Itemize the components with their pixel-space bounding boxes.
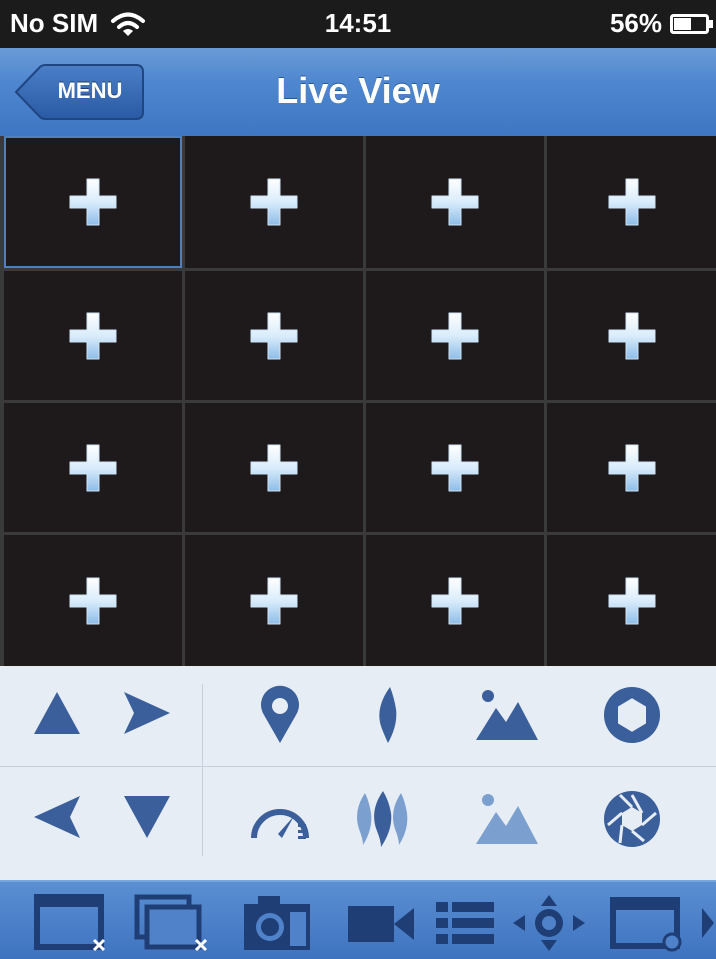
brightness-dim-icon[interactable] [472,784,542,854]
clock: 14:51 [324,8,392,38]
column-divider [202,684,203,856]
row-divider [0,766,716,767]
video-channel-cell[interactable] [366,403,544,532]
page-title: Live View [276,70,440,111]
add-channel-icon [431,444,479,491]
zoom-drop-icon[interactable] [352,680,422,750]
list-icon[interactable] [434,894,496,952]
up-arrow-icon[interactable] [22,678,92,748]
video-channel-cell[interactable] [185,136,363,268]
add-channel-icon [608,312,655,359]
add-channel-icon [69,312,117,359]
video-channel-cell[interactable] [4,403,182,532]
battery-percent: 56% [609,8,662,38]
video-channel-cell[interactable] [366,271,544,400]
navigation-bar: MENU Live View [0,48,716,137]
left-arrow-icon[interactable] [22,782,92,852]
add-channel-icon [69,178,117,226]
video-channel-cell[interactable] [547,136,716,268]
add-channel-icon [69,444,117,491]
status-right: 56% [610,8,714,39]
video-channel-cell[interactable] [185,535,363,666]
multi-window-close-icon[interactable] [134,894,210,952]
add-channel-icon [250,178,298,226]
ptz-control-panel [0,666,716,880]
zoom-out-drops-icon[interactable] [348,784,418,854]
battery-icon [670,13,713,34]
live-view-screen: No SIM 14:51 56% MENU Live View [0,0,716,959]
single-window-close-icon[interactable] [34,894,110,952]
iris-close-icon[interactable] [597,784,667,854]
window-settings-icon[interactable] [610,894,686,952]
right-arrow-icon[interactable] [112,678,182,748]
status-bar: No SIM 14:51 56% [0,0,716,48]
video-channel-cell[interactable] [547,271,716,400]
video-channel-cell[interactable] [185,271,363,400]
brightness-mountain-icon[interactable] [472,680,542,750]
focus-pin-icon[interactable] [245,680,315,750]
add-channel-icon [608,178,655,226]
ptz-direction-icon[interactable] [512,894,586,952]
add-channel-icon [608,577,655,624]
video-channel-cell[interactable] [366,136,544,268]
add-channel-icon [250,577,298,624]
video-channel-cell[interactable] [4,136,182,268]
speed-gauge-icon[interactable] [245,784,315,854]
add-channel-icon [431,312,479,359]
bottom-toolbar [0,880,716,959]
add-channel-icon [250,312,298,359]
video-channel-cell[interactable] [547,403,716,532]
video-channel-cell[interactable] [185,403,363,532]
video-record-icon[interactable] [346,894,416,952]
video-channel-grid [0,136,716,666]
more-arrow-icon[interactable] [698,894,716,952]
down-arrow-icon[interactable] [112,782,182,852]
add-channel-icon [608,444,655,491]
video-channel-cell[interactable] [547,535,716,666]
video-channel-cell[interactable] [4,271,182,400]
video-channel-cell[interactable] [4,535,182,666]
add-channel-icon [431,178,479,226]
iris-open-icon[interactable] [597,680,667,750]
add-channel-icon [69,577,117,624]
camera-snapshot-icon[interactable] [242,894,312,952]
video-channel-cell[interactable] [366,535,544,666]
add-channel-icon [431,577,479,624]
add-channel-icon [250,444,298,491]
